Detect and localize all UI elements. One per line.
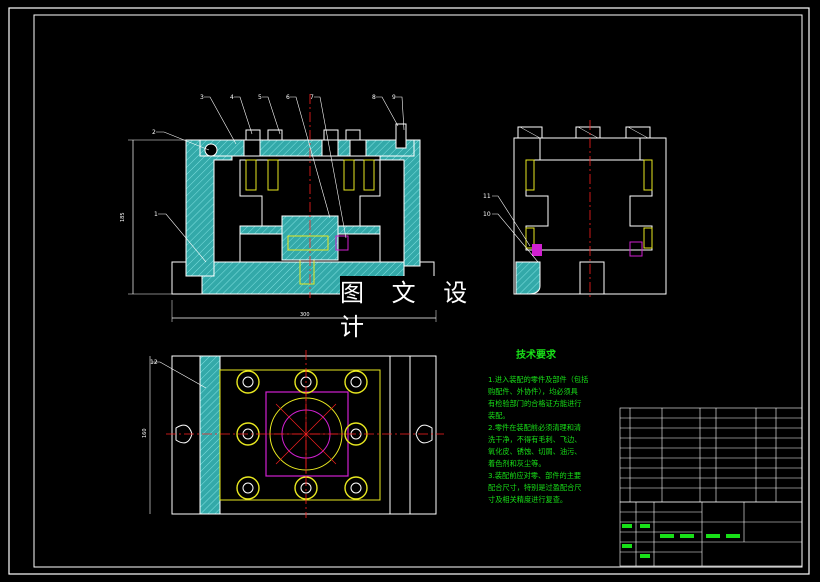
balloon-9: 9 [392,94,396,101]
balloon-1: 1 [154,211,158,218]
balloon-10: 10 [483,211,491,218]
watermark-text: 图 文 设 计 [340,276,500,341]
tech-line-11: 寸及相关精度进行复查。 [488,495,568,504]
dim-width-label: 300 [300,312,310,318]
balloon-8: 8 [372,94,376,101]
body-right [379,139,421,267]
dim-top-height-label: 160 [142,428,148,438]
top-plate [199,139,415,157]
tech-line-7: 氧化皮、锈蚀、切屑、油污、 [488,447,582,456]
tech-line-3: 有检验部门的合格证方能进行 [488,399,582,408]
top-view: 160 12 [142,350,444,518]
parts-list [619,407,803,503]
dim-height-label: 185 [120,212,126,222]
tech-line-6: 洗干净，不得有毛刺、飞边、 [488,435,582,444]
side-view: 11 10 [483,120,667,298]
tech-line-2: 购配件、外协件），均必须具 [488,387,578,396]
title-block-fills [622,524,740,558]
balloon-11: 11 [483,193,491,200]
balloon-5: 5 [258,94,262,101]
balloon-12: 12 [150,359,158,366]
balloon-3: 3 [200,94,204,101]
balloon-2: 2 [152,129,156,136]
balloon-6: 6 [286,94,290,101]
tech-line-10: 配合尺寸，特别是过盈配合尺 [488,483,582,492]
tech-line-1: 1.进入装配的零件及部件（包括 [488,375,589,384]
tech-line-4: 装配。 [488,411,510,420]
tech-line-5: 2.零件在装配前必须清理和清 [488,423,582,432]
body-left [185,139,233,277]
balloon-7: 7 [310,94,314,101]
balloon-4: 4 [230,94,234,101]
tech-line-8: 着色剂和灰尘等。 [488,459,546,468]
tech-line-9: 3.装配前应对零、部件的主要 [488,471,582,480]
tech-requirements-title: 技术要求 [516,350,556,361]
